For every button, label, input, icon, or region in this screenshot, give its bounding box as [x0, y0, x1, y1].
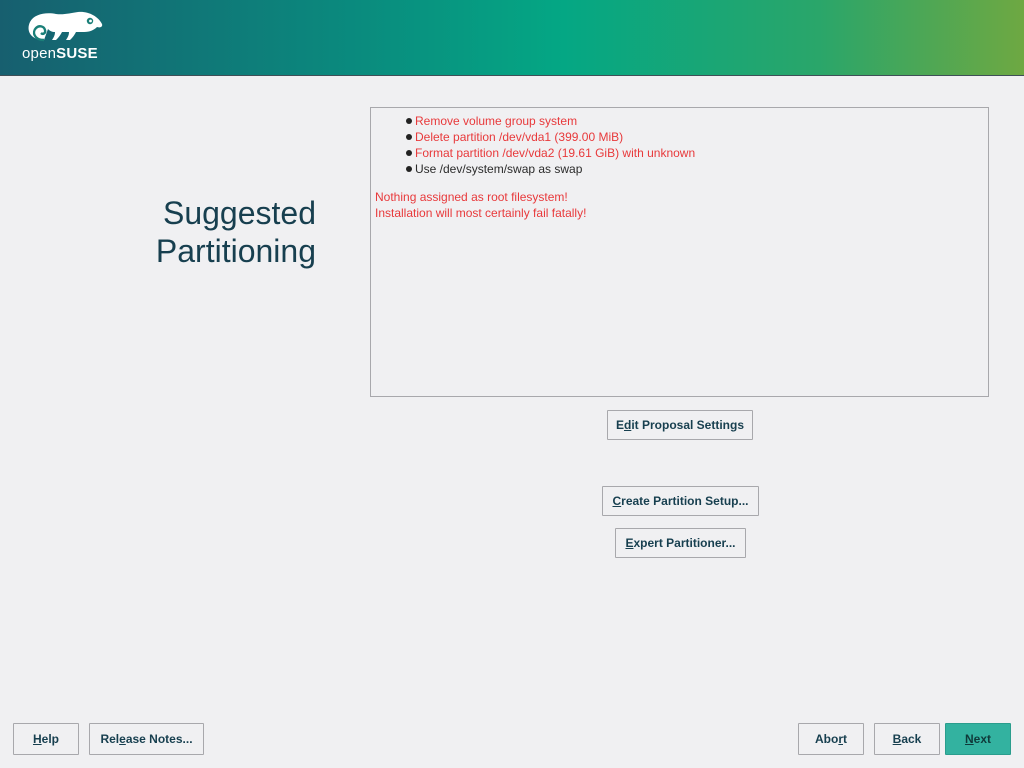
button-mnemonic: d: [623, 418, 632, 432]
action-text: Format partition /dev/vda2 (19.61 GiB) w…: [415, 146, 696, 160]
action-item: Remove volume group system: [406, 113, 695, 129]
chameleon-icon: [28, 11, 103, 42]
button-label-part: ext: [973, 732, 991, 746]
bullet-icon: [406, 166, 412, 172]
button-label-part: xpert Partitioner...: [633, 536, 736, 550]
button-mnemonic: e: [119, 732, 126, 746]
button-label-part: t: [843, 732, 847, 746]
action-item: Use /dev/system/swap as swap: [406, 161, 695, 177]
warning-messages: Nothing assigned as root filesystem! Ins…: [375, 189, 586, 221]
expert-partitioner-button[interactable]: Expert Partitioner...: [615, 528, 746, 558]
button-label-part: ase Notes...: [125, 732, 193, 746]
button-mnemonic: E: [625, 536, 634, 550]
edit-proposal-settings-button[interactable]: Ed it Proposal Settings: [607, 410, 753, 440]
action-text: Delete partition /dev/vda1 (399.00 MiB): [415, 130, 624, 144]
action-list: Remove volume group system Delete partit…: [406, 113, 695, 177]
button-label-part: Rel: [100, 732, 120, 746]
action-item: Format partition /dev/vda2 (19.61 GiB) w…: [406, 145, 695, 161]
button-mnemonic: B: [892, 732, 902, 746]
button-label-part: elp: [41, 732, 59, 746]
logo-open-text: open: [22, 45, 57, 62]
button-mnemonic: C: [612, 494, 622, 508]
create-partition-setup-button[interactable]: Create Partition Setup...: [602, 486, 759, 516]
button-label-part: Abo: [815, 732, 839, 746]
page-title-line2: Partitioning: [155, 233, 316, 269]
button-label-part: ack: [901, 732, 922, 746]
bullet-icon: [406, 134, 412, 140]
installer-window: openSUSE Suggested Partitioning Remove v…: [0, 0, 1024, 768]
button-mnemonic: H: [32, 732, 42, 746]
page-title: Suggested Partitioning: [16, 194, 316, 270]
warning-text: Nothing assigned as root filesystem!: [375, 190, 568, 204]
action-item: Delete partition /dev/vda1 (399.00 MiB): [406, 129, 695, 145]
next-button[interactable]: Next: [945, 723, 1011, 755]
button-label-part: it Proposal Settings: [631, 418, 745, 432]
logo-suse-text: SUSE: [56, 45, 98, 62]
header-banner: openSUSE: [0, 0, 1024, 76]
page-title-line1: Suggested: [162, 195, 316, 231]
opensuse-logo: openSUSE: [22, 10, 104, 66]
abort-button[interactable]: Abo r t: [798, 723, 864, 755]
action-text: Remove volume group system: [415, 114, 578, 128]
bullet-icon: [406, 118, 412, 124]
proposal-summary[interactable]: Remove volume group system Delete partit…: [370, 107, 989, 397]
warning-text: Installation will most certainly fail fa…: [375, 206, 587, 220]
logo-wordmark: openSUSE: [22, 45, 98, 62]
help-button[interactable]: Help: [13, 723, 79, 755]
button-label-part: reate Partition Setup...: [621, 494, 749, 508]
release-notes-button[interactable]: Rel e ase Notes...: [89, 723, 204, 755]
button-mnemonic: N: [964, 732, 974, 746]
action-text: Use /dev/system/swap as swap: [415, 162, 583, 176]
button-label-part: E: [615, 418, 624, 432]
back-button[interactable]: Back: [874, 723, 940, 755]
bullet-icon: [406, 150, 412, 156]
